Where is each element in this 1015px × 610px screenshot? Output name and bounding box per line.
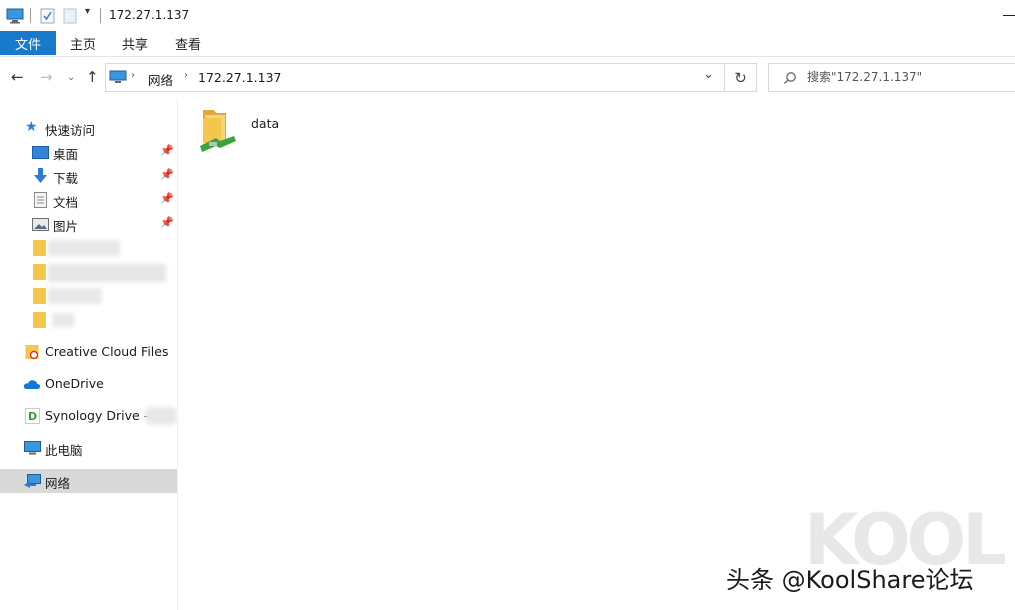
title-separator [100,8,101,23]
redacted-label [48,288,102,304]
sidebar-item-redacted-folder[interactable] [0,236,177,260]
minimize-icon[interactable] [1003,15,1015,16]
folder-icon [33,240,46,256]
shared-folder-icon [200,110,236,152]
folder-icon [33,264,46,280]
tab-home[interactable]: 主页 [70,31,96,55]
redacted-label [52,313,74,327]
customize-toolbar-icon[interactable]: ▾ [85,6,90,17]
redacted-label [48,240,120,256]
sidebar-item-pictures[interactable]: 图片 📌 [0,212,177,236]
title-separator [30,8,31,23]
folder-icon [33,312,46,328]
sidebar-item-label: 快速访问 [45,123,96,138]
sidebar-item-quick-access[interactable]: ★ 快速访问 [0,116,177,140]
title-bar: ▾ 172.27.1.137 [0,0,1015,31]
tab-file[interactable]: 文件 [0,31,56,55]
recent-locations-chevron-icon[interactable]: ⌄ [67,70,75,86]
folder-name[interactable]: data [251,116,279,131]
sidebar-item-synology-drive[interactable]: D Synology Drive - [0,404,177,428]
network-icon [24,474,41,488]
breadcrumb-chevron-icon[interactable]: › [184,70,188,81]
breadcrumb-host[interactable]: 172.27.1.137 [198,70,282,85]
search-box[interactable] [768,63,1015,92]
creative-cloud-icon [25,345,39,360]
sidebar-item-redacted-folder[interactable] [0,308,177,332]
network-computer-icon [109,70,127,83]
sidebar-item-label: 文档 [53,195,79,210]
refresh-icon: ↻ [734,68,747,87]
svg-text:D: D [28,410,37,423]
window-title: 172.27.1.137 [109,8,190,22]
sidebar-item-label: Creative Cloud Files [45,344,169,359]
document-icon [34,192,47,208]
desktop-icon [32,146,49,159]
picture-icon [32,218,49,231]
refresh-button[interactable]: ↻ [725,63,757,92]
folder-icon [33,288,46,304]
download-arrow-icon [34,168,47,183]
search-icon [784,72,796,84]
ribbon: 文件 主页 共享 查看 [0,31,1015,57]
sidebar-item-redacted-folder[interactable] [0,284,177,308]
navigation-pane: ★ 快速访问 桌面 📌 下载 📌 文档 📌 图片 📌 Creative Clou… [0,113,177,610]
pane-divider[interactable] [177,99,178,610]
address-dropdown-chevron-icon[interactable]: ⌄ [703,67,714,82]
sidebar-item-label: 网络 [45,476,71,491]
up-arrow-icon[interactable]: ↑ [86,69,99,85]
pin-icon[interactable]: 📌 [160,216,174,229]
sidebar-item-label: 桌面 [53,147,79,162]
sidebar-item-label: 下载 [53,171,79,186]
sidebar-item-creative-cloud[interactable]: Creative Cloud Files [0,340,177,364]
tab-share[interactable]: 共享 [122,31,148,55]
sidebar-item-desktop[interactable]: 桌面 📌 [0,140,177,164]
sidebar-item-downloads[interactable]: 下载 📌 [0,164,177,188]
star-icon: ★ [25,119,38,135]
sidebar-item-label: 图片 [53,219,79,234]
sidebar-item-label: OneDrive [45,376,104,391]
new-folder-icon[interactable] [63,8,77,24]
shared-folder-item[interactable] [196,106,296,162]
tab-view[interactable]: 查看 [175,31,201,55]
synology-drive-icon: D [25,408,40,424]
breadcrumb-network[interactable]: 网络 [148,70,173,89]
sidebar-item-label: 此电脑 [45,443,83,458]
redacted-label [48,264,166,282]
sidebar-item-network[interactable]: 网络 [0,469,177,493]
pin-icon[interactable]: 📌 [160,192,174,205]
sidebar-item-documents[interactable]: 文档 📌 [0,188,177,212]
back-arrow-icon[interactable]: ← [11,69,24,85]
address-bar[interactable]: › 网络 › 172.27.1.137 ⌄ [105,63,725,92]
this-pc-icon[interactable] [6,8,24,24]
redacted-label [145,407,177,425]
sidebar-item-this-pc[interactable]: 此电脑 [0,436,177,460]
forward-arrow-icon[interactable]: → [40,69,53,85]
pin-icon[interactable]: 📌 [160,168,174,181]
this-pc-icon [24,441,41,455]
properties-icon[interactable] [40,8,55,24]
watermark-text: 头条 @KoolShare论坛 [726,566,974,594]
breadcrumb-chevron-icon[interactable]: › [131,70,135,81]
sidebar-item-label: Synology Drive - [45,408,149,423]
sidebar-item-redacted-folder[interactable] [0,260,177,284]
search-input[interactable] [807,70,1007,84]
navigation-bar: ← → ⌄ ↑ › 网络 › 172.27.1.137 ⌄ ↻ [0,57,1015,99]
sidebar-item-onedrive[interactable]: OneDrive [0,372,177,396]
pin-icon[interactable]: 📌 [160,144,174,157]
onedrive-cloud-icon [23,380,41,389]
